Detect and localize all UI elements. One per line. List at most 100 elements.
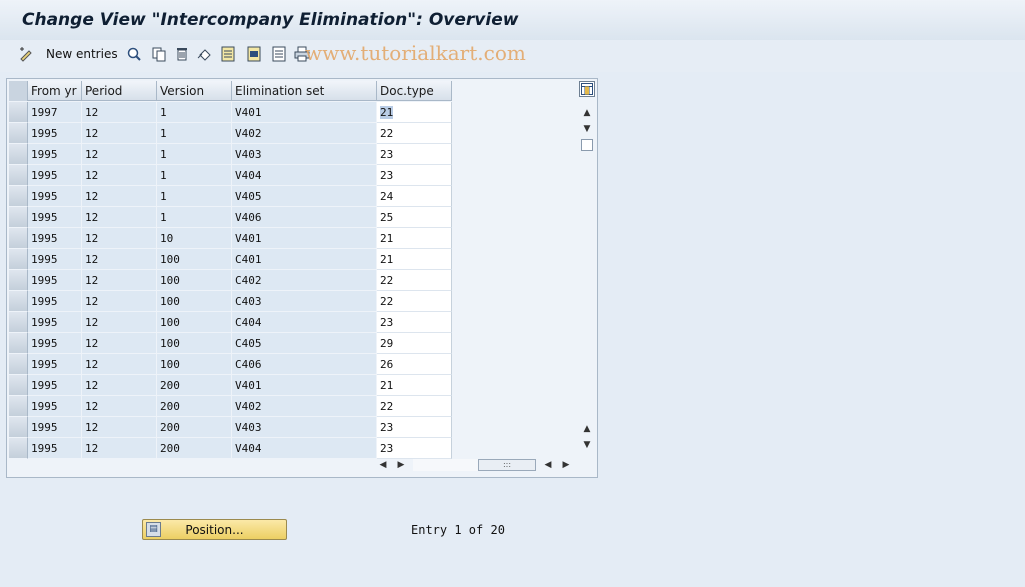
table-row[interactable]: 1995 12 100 C405 29 [9,333,452,354]
cell-doc-type[interactable]: 21 [377,375,452,396]
cell-doc-type[interactable]: 25 [377,207,452,228]
vertical-scrollbar[interactable]: ▲ ▼ ▲ ▼ [579,81,595,455]
row-selector[interactable] [9,396,28,417]
column-header-from-yr[interactable]: From yr [28,81,82,101]
deselect-all-icon[interactable] [271,46,287,62]
cell-from-yr-value: 1995 [31,316,58,329]
table-row[interactable]: 1995 12 200 V403 23 [9,417,452,438]
cell-period: 12 [82,417,157,438]
table-row[interactable]: 1995 12 10 V401 21 [9,228,452,249]
table-row[interactable]: 1995 12 1 V404 23 [9,165,452,186]
cell-doc-type[interactable]: 21 [377,228,452,249]
row-selector[interactable] [9,228,28,249]
cell-version-value: 100 [160,337,180,350]
column-header-period[interactable]: Period [82,81,157,101]
table-row[interactable]: 1997 12 1 V401 21 [9,102,452,123]
cell-period: 12 [82,144,157,165]
cell-doc-type-value: 21 [380,379,394,392]
cell-period-value: 12 [85,337,99,350]
cell-from-yr: 1995 [28,354,82,375]
cell-doc-type[interactable]: 23 [377,165,452,186]
row-selector[interactable] [9,291,28,312]
scroll-thumb[interactable] [581,139,593,151]
table-row[interactable]: 1995 12 100 C402 22 [9,270,452,291]
cell-doc-type[interactable]: 24 [377,186,452,207]
table-row[interactable]: 1995 12 100 C404 23 [9,312,452,333]
table-row[interactable]: 1995 12 1 V402 22 [9,123,452,144]
row-selector[interactable] [9,312,28,333]
cell-doc-type[interactable]: 23 [377,144,452,165]
table-row[interactable]: 1995 12 100 C401 21 [9,249,452,270]
cell-doc-type[interactable]: 22 [377,396,452,417]
column-header-version[interactable]: Version [157,81,232,101]
cell-doc-type[interactable]: 26 [377,354,452,375]
edit-toggle-icon[interactable] [18,46,34,62]
row-selector[interactable] [9,165,28,186]
cell-doc-type[interactable]: 21 [377,102,452,123]
copy-as-icon[interactable] [151,46,167,62]
row-selector[interactable] [9,249,28,270]
column-header-doc-type[interactable]: Doc.type [377,81,452,101]
cell-from-yr: 1995 [28,144,82,165]
cell-doc-type[interactable]: 29 [377,333,452,354]
row-selector[interactable] [9,144,28,165]
cell-version-value: 1 [160,190,167,203]
cell-doc-type[interactable]: 22 [377,270,452,291]
undo-change-icon[interactable] [197,46,213,62]
table-row[interactable]: 1995 12 1 V405 24 [9,186,452,207]
cell-version: 100 [157,270,232,291]
row-selector[interactable] [9,438,28,459]
table-row[interactable]: 1995 12 1 V403 23 [9,144,452,165]
select-block-icon[interactable] [246,46,262,62]
scroll-right-icon[interactable]: ▶ [395,458,407,472]
scroll-down-icon[interactable]: ▼ [581,123,593,135]
row-selector[interactable] [9,102,28,123]
cell-elimination-set-value: C403 [235,295,262,308]
position-button-label: Position... [185,523,244,537]
row-selector[interactable] [9,186,28,207]
scroll-left-icon[interactable]: ◀ [377,458,389,472]
scroll-up-icon[interactable]: ▲ [581,107,593,119]
table-row[interactable]: 1995 12 100 C403 22 [9,291,452,312]
cell-from-yr: 1995 [28,186,82,207]
cell-doc-type[interactable]: 21 [377,249,452,270]
row-selector[interactable] [9,333,28,354]
page-down-icon[interactable]: ▼ [581,439,593,451]
row-selector[interactable] [9,375,28,396]
column-header-elimination-set[interactable]: Elimination set [232,81,377,101]
table-row[interactable]: 1995 12 200 V404 23 [9,438,452,459]
select-all-rows-corner[interactable] [9,81,28,101]
cell-doc-type[interactable]: 22 [377,123,452,144]
table-row[interactable]: 1995 12 100 C406 26 [9,354,452,375]
row-selector[interactable] [9,207,28,228]
cell-doc-type[interactable]: 23 [377,438,452,459]
table-row[interactable]: 1995 12 1 V406 25 [9,207,452,228]
cell-doc-type-value: 22 [380,295,394,308]
scroll-right-end-icon[interactable]: ▶ [560,458,572,472]
delete-icon[interactable] [174,46,190,62]
table-row[interactable]: 1995 12 200 V401 21 [9,375,452,396]
row-selector[interactable] [9,270,28,291]
row-selector[interactable] [9,123,28,144]
page-up-icon[interactable]: ▲ [581,423,593,435]
cell-version-value: 100 [160,295,180,308]
scroll-track[interactable] [413,459,478,471]
position-button[interactable]: ▤ Position... [142,519,287,540]
cell-version-value: 100 [160,274,180,287]
cell-from-yr-value: 1995 [31,337,58,350]
row-selector[interactable] [9,354,28,375]
table-settings-icon[interactable] [579,81,595,97]
cell-period: 12 [82,438,157,459]
row-selector[interactable] [9,417,28,438]
scroll-grip[interactable]: ::: [478,459,536,471]
table-row[interactable]: 1995 12 200 V402 22 [9,396,452,417]
horizontal-scrollbar[interactable]: ◀ ▶ ::: ◀ ▶ [377,458,573,472]
cell-version: 1 [157,186,232,207]
cell-doc-type[interactable]: 23 [377,417,452,438]
scroll-left-end-icon[interactable]: ◀ [542,458,554,472]
display-details-icon[interactable] [126,46,142,62]
select-all-icon[interactable] [220,46,236,62]
cell-doc-type[interactable]: 23 [377,312,452,333]
cell-doc-type[interactable]: 22 [377,291,452,312]
new-entries-button[interactable]: New entries [46,47,118,61]
